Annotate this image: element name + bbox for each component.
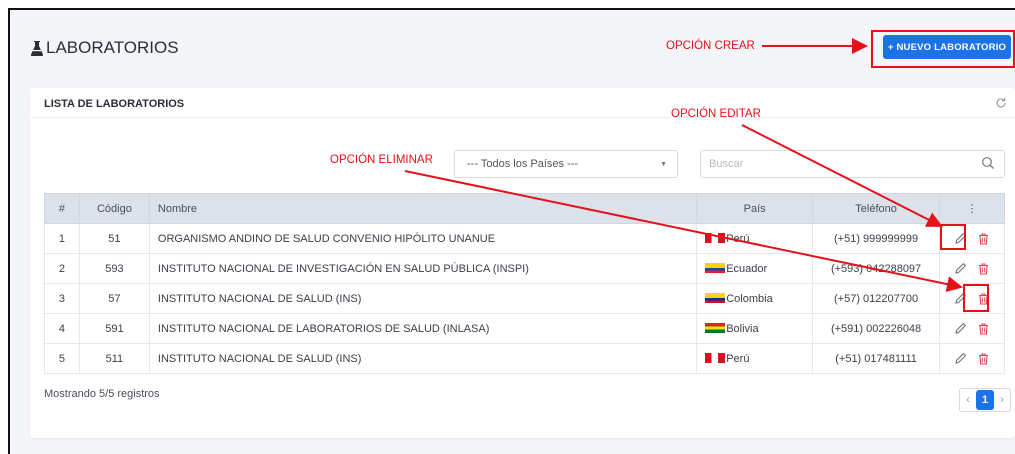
prev-page-button[interactable]: ‹ [960, 389, 976, 411]
country-name: Colombia [726, 292, 773, 305]
cell-nombre: INSTITUTO NACIONAL DE INVESTIGACIÓN EN S… [148, 253, 698, 284]
table-row: 4 591 INSTITUTO NACIONAL DE LABORATORIOS… [44, 313, 1005, 344]
chevron-down-icon: ▼ [660, 161, 667, 168]
cell-codigo: 591 [78, 313, 150, 344]
flag-icon [705, 292, 726, 303]
column-number: # [44, 193, 80, 224]
new-laboratory-button[interactable]: + NUEVO LABORATORIO [883, 35, 1011, 59]
cell-telefono: (+51) 017481111 [812, 343, 941, 374]
cell-pais: Colombia [696, 283, 814, 314]
cell-codigo: 511 [78, 343, 150, 374]
table-header-row: # Código Nombre País Teléfono ⋮ [44, 193, 1005, 224]
cell-codigo: 593 [78, 253, 150, 284]
flag-icon [705, 352, 726, 363]
next-page-button[interactable]: › [994, 389, 1010, 411]
country-name: Perú [726, 232, 750, 245]
cell-telefono: (+593) 042288097 [812, 253, 941, 284]
cell-number: 3 [44, 283, 80, 314]
records-count: Mostrando 5/5 registros [44, 388, 160, 400]
column-pais: País [696, 193, 814, 224]
table-row: 3 57 INSTITUTO NACIONAL DE SALUD (INS) C… [44, 283, 1005, 314]
highlight-delete [963, 284, 989, 312]
country-select[interactable]: --- Todos los Países --- ▼ [454, 150, 678, 178]
cell-nombre: INSTITUTO NACIONAL DE SALUD (INS) [148, 343, 698, 374]
table-row: 5 511 INSTITUTO NACIONAL DE SALUD (INS) … [44, 343, 1005, 374]
cell-telefono: (+51) 999999999 [812, 223, 941, 254]
country-name: Ecuador [726, 262, 768, 275]
cell-pais: Perú [696, 343, 814, 374]
country-select-value: --- Todos los Países --- [467, 158, 579, 170]
search-input[interactable]: Buscar [700, 150, 1005, 178]
delete-trash-icon[interactable] [977, 352, 990, 365]
delete-trash-icon[interactable] [977, 322, 990, 335]
edit-pencil-icon[interactable] [954, 262, 967, 275]
highlight-edit [940, 224, 966, 250]
cell-pais: Ecuador [696, 253, 814, 284]
flask-icon [30, 41, 44, 56]
cell-pais: Perú [696, 223, 814, 254]
page-title: LABORATORIOS [30, 38, 179, 58]
flag-icon [705, 262, 726, 273]
cell-telefono: (+57) 012207700 [812, 283, 941, 314]
laboratories-table: # Código Nombre País Teléfono ⋮ 1 51 ORG… [44, 193, 1005, 374]
cell-pais: Bolivia [696, 313, 814, 344]
cell-nombre: INSTITUTO NACIONAL DE LABORATORIOS DE SA… [148, 313, 698, 344]
page-title-text: LABORATORIOS [46, 38, 179, 57]
column-codigo: Código [78, 193, 150, 224]
column-nombre: Nombre [148, 193, 698, 224]
cell-number: 2 [44, 253, 80, 284]
cell-actions [939, 253, 1005, 284]
flag-icon [705, 232, 726, 243]
card-title: LISTA DE LABORATORIOS [44, 98, 185, 110]
cell-codigo: 51 [78, 223, 150, 254]
edit-pencil-icon[interactable] [954, 352, 967, 365]
cell-number: 4 [44, 313, 80, 344]
delete-trash-icon[interactable] [977, 232, 990, 245]
annotation-eliminar: OPCIÓN ELIMINAR [330, 154, 433, 166]
cell-number: 1 [44, 223, 80, 254]
page-button-1[interactable]: 1 [976, 390, 994, 410]
delete-trash-icon[interactable] [977, 262, 990, 275]
card-header: LISTA DE LABORATORIOS [30, 88, 1015, 118]
cell-actions [939, 343, 1005, 374]
table-row: 1 51 ORGANISMO ANDINO DE SALUD CONVENIO … [44, 223, 1005, 254]
search-icon[interactable] [981, 156, 995, 173]
country-name: Bolivia [726, 322, 759, 335]
refresh-icon[interactable] [995, 97, 1007, 112]
annotation-crear: OPCIÓN CREAR [666, 40, 755, 52]
cell-actions [939, 313, 1005, 344]
cell-telefono: (+591) 002226048 [812, 313, 941, 344]
annotation-editar: OPCIÓN EDITAR [671, 108, 761, 120]
flag-icon [705, 322, 726, 333]
cell-nombre: INSTITUTO NACIONAL DE SALUD (INS) [148, 283, 698, 314]
column-telefono: Teléfono [812, 193, 941, 224]
cell-codigo: 57 [78, 283, 150, 314]
pagination: ‹ 1 › [959, 388, 1011, 412]
country-name: Perú [726, 352, 750, 365]
cell-nombre: ORGANISMO ANDINO DE SALUD CONVENIO HIPÓL… [148, 223, 698, 254]
cell-number: 5 [44, 343, 80, 374]
edit-pencil-icon[interactable] [954, 322, 967, 335]
column-actions-menu[interactable]: ⋮ [939, 193, 1005, 224]
table-row: 2 593 INSTITUTO NACIONAL DE INVESTIGACIÓ… [44, 253, 1005, 284]
search-placeholder: Buscar [709, 158, 744, 170]
